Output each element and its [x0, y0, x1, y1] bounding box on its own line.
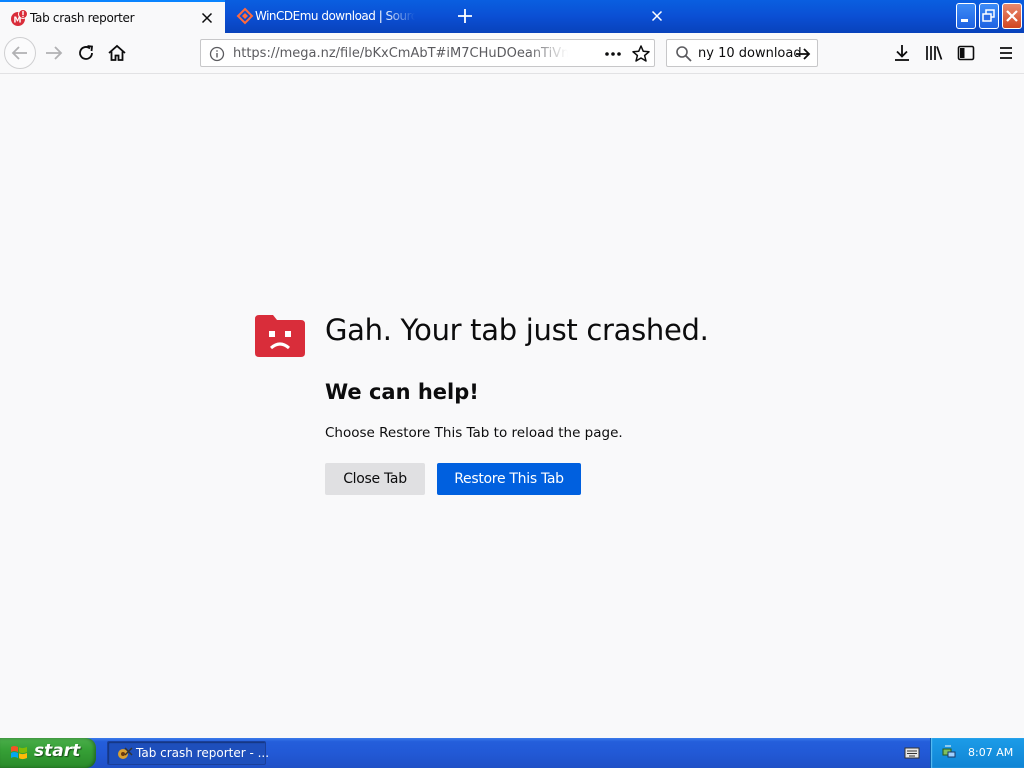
library-icon[interactable] — [924, 43, 944, 63]
start-label: start — [34, 741, 81, 761]
close-tab-icon[interactable] — [199, 10, 215, 26]
search-query: ny 10 download — [698, 46, 802, 61]
sidebar-icon[interactable] — [956, 43, 976, 63]
close-tab-button[interactable]: Close Tab — [325, 463, 425, 495]
hamburger-menu-icon[interactable] — [996, 43, 1016, 63]
crash-warning-favicon-icon: M — [11, 9, 28, 26]
sad-tab-crash-icon — [255, 315, 305, 357]
crash-heading: Gah. Your tab just crashed. — [325, 313, 709, 347]
forward-arrow-icon[interactable] — [42, 41, 66, 65]
search-icon — [676, 46, 692, 62]
crash-subheading: We can help! — [325, 380, 479, 404]
taskbar: start Tab crash reporter - ... 8:07 AM — [0, 738, 1024, 768]
tab-wincdemu[interactable]: WinCDEmu download | SourceForge — [226, 0, 663, 33]
minimize-window-button[interactable] — [956, 3, 976, 29]
site-info-icon[interactable] — [209, 46, 225, 62]
new-tab-plus-icon[interactable] — [456, 7, 474, 25]
restore-window-button[interactable] — [979, 3, 999, 29]
back-arrow-icon — [11, 46, 27, 60]
restore-tab-button[interactable]: Restore This Tab — [437, 463, 581, 495]
search-bar[interactable]: ny 10 download — [666, 39, 818, 67]
close-window-icon — [1006, 10, 1018, 22]
system-tray: 8:07 AM — [930, 738, 1024, 768]
url-bar[interactable]: https://mega.nz/file/bKxCmAbT#iM7CHuDOea… — [200, 39, 655, 67]
url-text: https://mega.nz/file/bKxCmAbT#iM7CHuDOea… — [233, 46, 568, 61]
bookmark-star-icon[interactable] — [631, 44, 651, 64]
tab-strip: M Tab crash reporter WinCDEmu download |… — [0, 0, 1024, 33]
clock: 8:07 AM — [968, 746, 1014, 759]
taskbar-item-crash-reporter[interactable]: Tab crash reporter - ... — [107, 741, 270, 765]
windows-flag-icon — [11, 746, 27, 760]
tab-title: Tab crash reporter — [30, 11, 135, 25]
minimize-icon — [961, 19, 968, 22]
back-button[interactable] — [4, 37, 36, 69]
downloads-icon[interactable] — [892, 43, 912, 63]
start-button[interactable]: start — [0, 738, 96, 768]
sourceforge-favicon-icon — [236, 7, 254, 25]
keyboard-language-icon[interactable] — [904, 746, 920, 760]
reload-icon[interactable] — [75, 42, 97, 64]
crash-reporter-app-icon — [118, 747, 133, 759]
crash-description: Choose Restore This Tab to reload the pa… — [325, 425, 623, 441]
taskbar-item-label: Tab crash reporter - ... — [136, 746, 270, 760]
close-tab-icon[interactable] — [649, 8, 665, 24]
go-arrow-icon[interactable] — [794, 45, 812, 63]
tab-title: WinCDEmu download | SourceForge — [255, 9, 415, 23]
page-actions-ellipsis-icon[interactable] — [603, 47, 623, 61]
tab-crash-reporter[interactable]: M Tab crash reporter — [0, 0, 225, 33]
home-icon[interactable] — [106, 42, 128, 64]
network-tray-icon[interactable] — [941, 744, 957, 760]
navigation-toolbar: https://mega.nz/file/bKxCmAbT#iM7CHuDOea… — [0, 33, 1024, 74]
close-window-button[interactable] — [1002, 3, 1022, 29]
restore-down-icon — [982, 9, 995, 22]
